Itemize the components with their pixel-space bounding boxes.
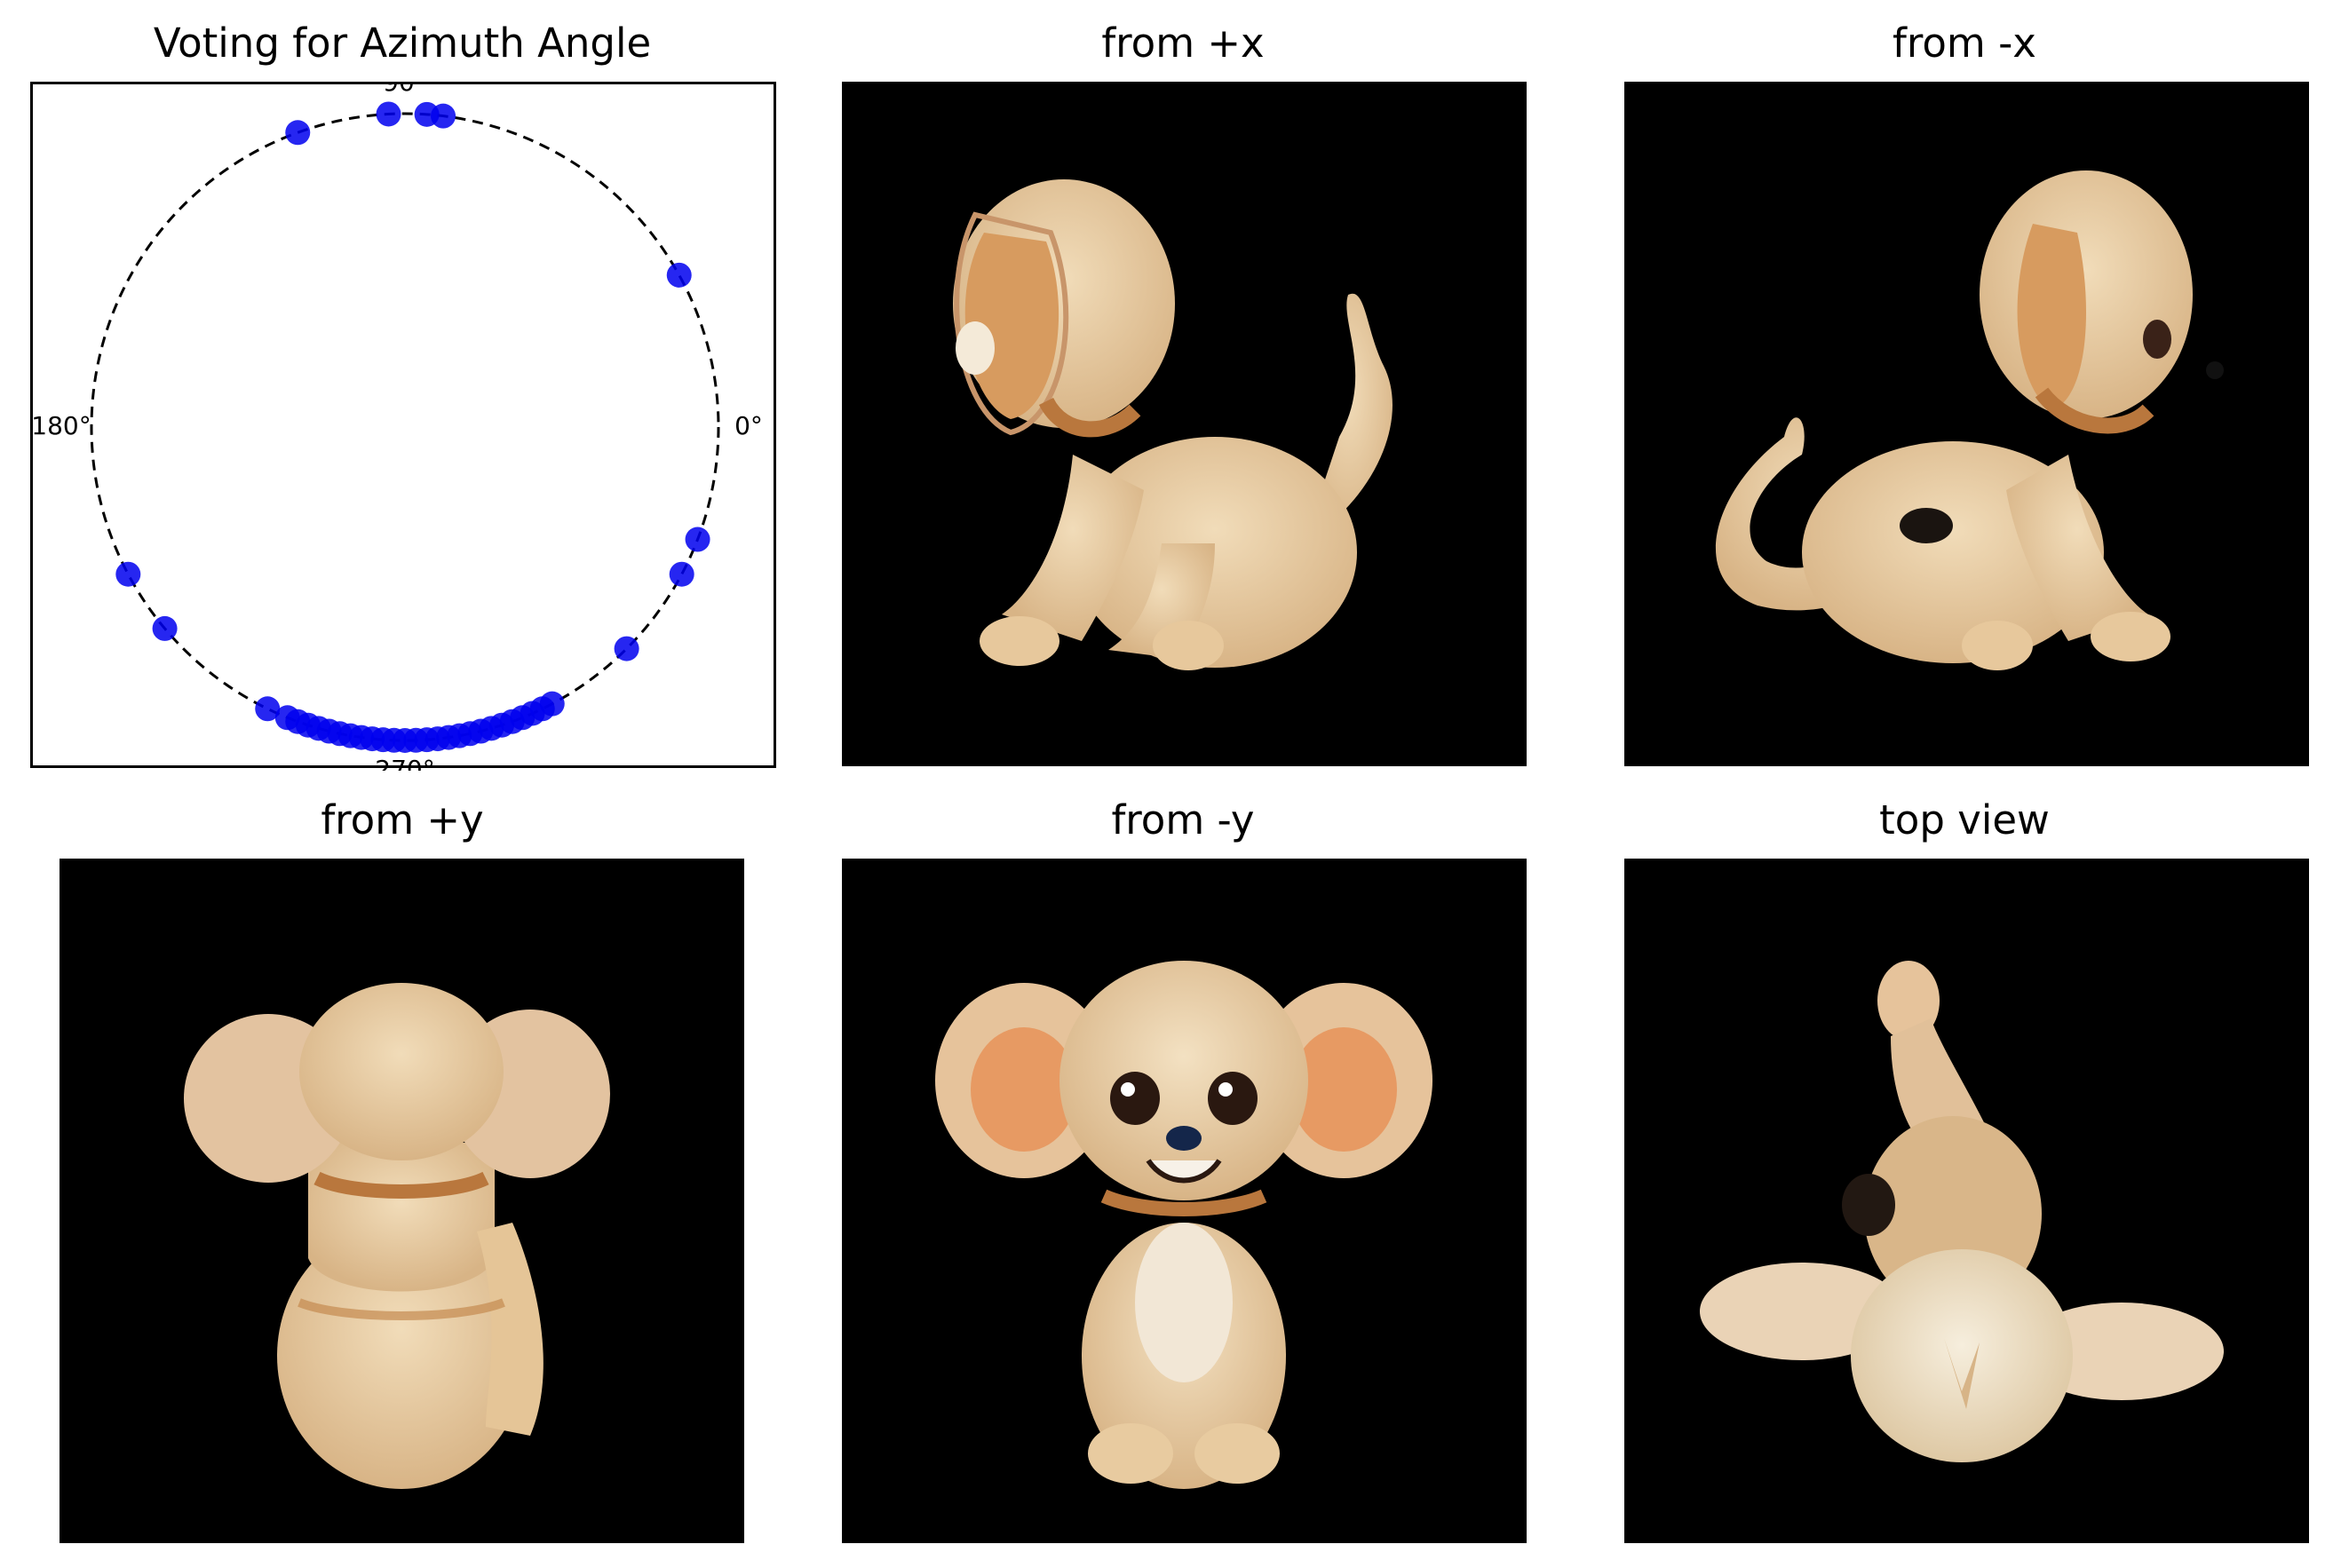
polar-chart-title: Voting for Azimuth Angle	[153, 20, 652, 67]
angle-tick-label: 180°	[33, 411, 91, 440]
image-from-minus-y	[842, 859, 1527, 1543]
angle-tick-label: 90°	[383, 84, 427, 97]
azimuth-vote-point	[152, 615, 178, 641]
figurine-side-left-image	[953, 179, 1393, 670]
azimuth-vote-point	[539, 691, 565, 717]
figurine-top-image	[1700, 961, 2224, 1462]
image-top-view	[1624, 859, 2309, 1543]
panel-title-from-minus-y: from -y	[1111, 796, 1255, 843]
panel-title-from-plus-y: from +y	[321, 796, 484, 843]
azimuth-vote-point	[669, 561, 694, 587]
image-from-plus-x	[842, 82, 1527, 766]
polar-chart: 0° 90° 180° 270°	[33, 84, 763, 771]
azimuth-vote-point	[431, 103, 456, 129]
angle-tick-label: 270°	[375, 755, 434, 771]
panel-title-from-plus-x: from +x	[1101, 20, 1265, 67]
image-from-plus-y	[60, 859, 744, 1543]
angle-tick-label: 0°	[734, 411, 763, 440]
azimuth-vote-point	[685, 527, 710, 552]
figurine-front-image	[935, 961, 1432, 1489]
image-from-minus-x	[1624, 82, 2309, 766]
azimuth-vote-point	[115, 561, 141, 587]
panel-title-from-minus-x: from -x	[1893, 20, 2036, 67]
panel-title-top-view: top view	[1879, 796, 2050, 843]
figurine-side-right-image	[1715, 170, 2224, 670]
azimuth-vote-point	[614, 636, 639, 661]
figurine-back-image	[184, 983, 610, 1489]
azimuth-vote-point	[285, 120, 311, 146]
azimuth-vote-point	[376, 101, 401, 127]
azimuth-vote-point	[666, 262, 692, 288]
polar-chart-frame: 0° 90° 180° 270°	[30, 82, 776, 771]
